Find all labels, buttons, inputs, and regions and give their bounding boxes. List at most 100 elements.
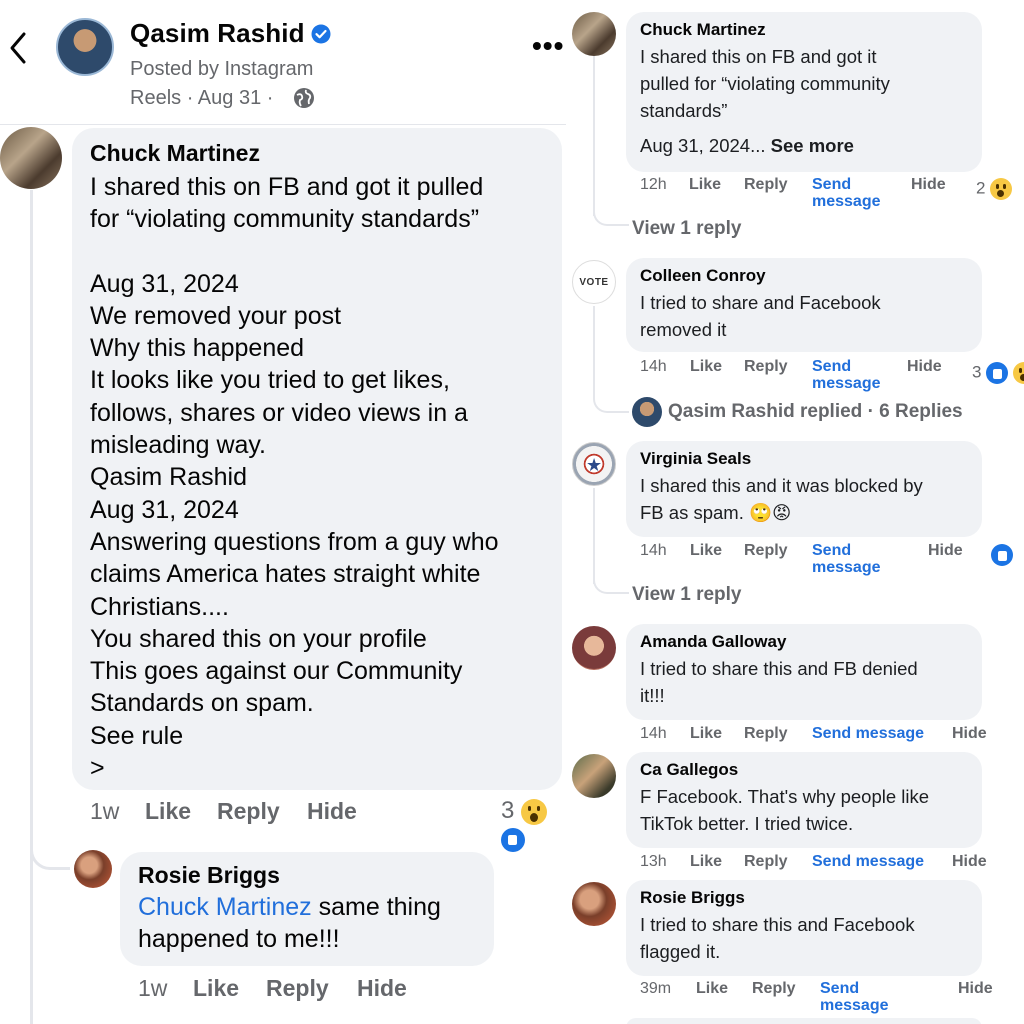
reaction-summary[interactable]: 3 bbox=[972, 362, 1024, 384]
comment-text-line: Why this happened bbox=[90, 334, 305, 363]
comment-author[interactable]: Chuck Martinez bbox=[640, 20, 968, 40]
reply-button[interactable]: Reply bbox=[744, 542, 788, 560]
send-message-button[interactable]: Send message bbox=[812, 542, 881, 576]
send-message-button[interactable]: Send message bbox=[812, 176, 881, 210]
hide-button[interactable]: Hide bbox=[958, 980, 993, 998]
thread-line bbox=[593, 306, 595, 398]
hide-button[interactable]: Hide bbox=[911, 176, 946, 194]
comment-text-line: Aug 31, 2024 bbox=[90, 269, 239, 298]
view-replies-link[interactable]: View 1 reply bbox=[632, 584, 742, 606]
comment-text-line: I shared this on FB and got it pulled bbox=[90, 173, 484, 201]
comment-text-line: follows, shares or video views in a bbox=[90, 398, 468, 427]
avatar[interactable] bbox=[572, 626, 616, 670]
send-message-button[interactable]: Send message bbox=[820, 980, 889, 1014]
hide-button[interactable]: Hide bbox=[907, 358, 942, 376]
comment-text-line: This goes against our Community bbox=[90, 657, 463, 686]
like-button[interactable]: Like bbox=[690, 542, 722, 560]
thread-line bbox=[593, 488, 595, 584]
send-message-button[interactable]: Send message bbox=[812, 853, 924, 870]
comment-text-line: Standards on spam. bbox=[90, 689, 314, 718]
comment-author[interactable]: Virginia Seals bbox=[640, 449, 968, 469]
comment-time: 14h bbox=[640, 725, 667, 742]
send-message-button[interactable]: Send message bbox=[812, 725, 924, 742]
hide-button[interactable]: Hide bbox=[952, 853, 987, 871]
comment-text-line: It looks like you tried to get likes, bbox=[90, 366, 450, 395]
comment-text-line: claims America hates straight white bbox=[90, 560, 481, 589]
reply-button[interactable]: Reply bbox=[744, 176, 788, 194]
comment-date: Aug 31, 2024... bbox=[640, 135, 766, 156]
like-button[interactable]: Like bbox=[193, 975, 239, 1002]
replied-text: Qasim Rashid replied · 6 Replies bbox=[668, 401, 963, 423]
comment-text: same thing bbox=[311, 893, 441, 921]
reaction-summary[interactable]: 3 bbox=[501, 797, 566, 853]
like-reaction-icon bbox=[991, 544, 1013, 566]
comment-bubble: Rosie Briggs Chuck Martinez same thing h… bbox=[120, 852, 494, 966]
mention-link[interactable]: Chuck Martinez bbox=[138, 893, 312, 921]
comment-text-line: I shared this and it was blocked by bbox=[640, 475, 923, 496]
comment-bubble: Virginia Seals I shared this and it was … bbox=[626, 441, 982, 537]
like-button[interactable]: Like bbox=[696, 980, 728, 998]
reply-button[interactable]: Reply bbox=[744, 725, 788, 743]
view-replies-link[interactable]: View 1 reply bbox=[632, 218, 742, 240]
reply-button[interactable]: Reply bbox=[744, 853, 788, 871]
comment-author[interactable]: Amanda Galloway bbox=[640, 632, 968, 652]
comment-time: 14h bbox=[640, 358, 667, 375]
wow-reaction-icon bbox=[990, 178, 1013, 200]
reply-button[interactable]: Reply bbox=[266, 975, 329, 1002]
reaction-count: 3 bbox=[501, 797, 515, 824]
post-meta: Reels · Aug 31 · bbox=[130, 87, 274, 109]
comment-author[interactable]: Rosie Briggs bbox=[640, 888, 968, 908]
avatar[interactable] bbox=[74, 850, 112, 888]
comment-text-line: I tried to share this and FB denied bbox=[640, 658, 918, 679]
reply-button[interactable]: Reply bbox=[217, 798, 280, 825]
comment-text-line: We removed your post bbox=[90, 301, 342, 330]
comment-author[interactable]: Rosie Briggs bbox=[138, 862, 476, 889]
avatar[interactable] bbox=[0, 127, 62, 189]
like-button[interactable]: Like bbox=[690, 725, 722, 743]
comment-text-line: removed it bbox=[640, 319, 727, 340]
comment-text-line: for “violating community standards” bbox=[90, 205, 480, 234]
hide-button[interactable]: Hide bbox=[952, 725, 987, 743]
avatar[interactable] bbox=[572, 882, 616, 926]
hide-button[interactable]: Hide bbox=[357, 975, 407, 1002]
profile-avatar[interactable] bbox=[56, 18, 114, 76]
send-message-button[interactable]: Send message bbox=[812, 358, 881, 392]
replies-link[interactable]: Qasim Rashid replied · 6 Replies bbox=[632, 397, 963, 427]
comment-text-line: You shared this on your profile bbox=[90, 624, 427, 653]
profile-name[interactable]: Qasim Rashid bbox=[130, 18, 305, 49]
see-more-link[interactable]: See more bbox=[771, 135, 854, 156]
comment-bubble: Amanda Galloway I tried to share this an… bbox=[626, 624, 982, 720]
posted-by-label: Posted by Instagram bbox=[130, 58, 314, 80]
reaction-summary[interactable] bbox=[991, 544, 1013, 566]
more-options-icon[interactable]: ••• bbox=[532, 30, 564, 62]
comment-text-line: Chuck Martinez same thing bbox=[138, 891, 476, 923]
reply-button[interactable]: Reply bbox=[744, 358, 788, 376]
avatar[interactable]: ★ bbox=[572, 442, 616, 486]
comment-text-line: I tried to share and Facebook bbox=[640, 292, 881, 313]
globe-icon bbox=[294, 88, 314, 108]
header-divider bbox=[0, 124, 566, 125]
avatar[interactable] bbox=[572, 754, 616, 798]
reaction-summary[interactable]: 2 bbox=[976, 178, 1013, 200]
vote-avatar-text: VOTE bbox=[579, 276, 609, 288]
reaction-count: 3 bbox=[972, 362, 982, 382]
comment-bubble: Ca Gallegos F Facebook. That's why peopl… bbox=[626, 752, 982, 848]
comment-text-line: I tried to share this and Facebook bbox=[640, 914, 915, 935]
like-button[interactable]: Like bbox=[690, 358, 722, 376]
comment-author[interactable]: Ca Gallegos bbox=[640, 760, 968, 780]
comment-text-line: > bbox=[90, 754, 105, 783]
back-arrow-icon[interactable] bbox=[6, 30, 30, 66]
avatar[interactable] bbox=[572, 12, 616, 56]
comment-author[interactable]: Chuck Martinez bbox=[90, 140, 544, 167]
reply-button[interactable]: Reply bbox=[752, 980, 796, 998]
avatar[interactable]: VOTE bbox=[572, 260, 616, 304]
comment-text-line: it!!! bbox=[640, 685, 665, 706]
comment-text-line: Aug 31, 2024 bbox=[90, 495, 239, 524]
like-button[interactable]: Like bbox=[690, 853, 722, 871]
like-button[interactable]: Like bbox=[689, 176, 721, 194]
comment-text-line: misleading way. bbox=[90, 431, 267, 460]
hide-button[interactable]: Hide bbox=[307, 798, 357, 825]
comment-author[interactable]: Colleen Conroy bbox=[640, 266, 968, 286]
like-button[interactable]: Like bbox=[145, 798, 191, 825]
hide-button[interactable]: Hide bbox=[928, 542, 963, 560]
